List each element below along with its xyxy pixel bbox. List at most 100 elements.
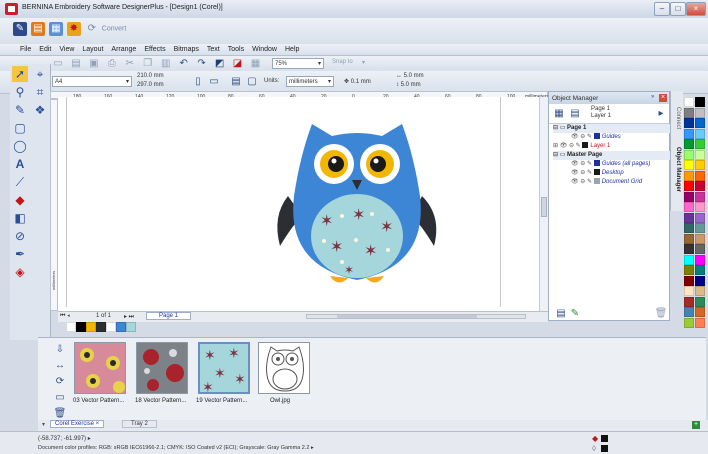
add-tray-icon[interactable]: + xyxy=(692,421,700,429)
convert-label[interactable]: Convert xyxy=(102,26,127,33)
palette-color-swatch[interactable] xyxy=(684,317,694,328)
palette-color-swatch[interactable] xyxy=(684,118,694,128)
tray-folder-icon[interactable]: ▭ xyxy=(53,391,67,405)
palette-color-swatch[interactable] xyxy=(695,296,705,307)
palette-color-swatch[interactable] xyxy=(695,317,705,328)
palette-color-swatch[interactable] xyxy=(695,128,705,139)
eyedropper-tool-icon[interactable]: ⊘ xyxy=(12,228,28,244)
palette-color-swatch[interactable] xyxy=(695,118,705,128)
fill-tool-icon[interactable]: ◈ xyxy=(12,264,28,280)
snap-to-menu[interactable]: Snap to xyxy=(332,59,353,65)
ellipse-tool-icon[interactable]: ◯ xyxy=(12,138,28,154)
shape-tool-icon[interactable]: ⌖ xyxy=(32,66,48,82)
embroidery-canvas-icon[interactable]: ▦ xyxy=(48,22,63,36)
palette-color-swatch[interactable] xyxy=(684,139,694,149)
pick-tool-icon[interactable]: ➚ xyxy=(12,66,28,82)
tray-thumb-03-vector-pattern[interactable] xyxy=(74,342,126,394)
menu-file[interactable]: File xyxy=(16,44,35,56)
open-design-icon[interactable]: ▤ xyxy=(30,22,45,36)
palette-swatch[interactable] xyxy=(126,322,136,332)
palette-color-swatch[interactable] xyxy=(684,160,694,170)
palette-color-swatch[interactable] xyxy=(684,244,694,254)
tray-refresh-icon[interactable]: ⟳ xyxy=(53,375,67,389)
palette-color-swatch[interactable] xyxy=(695,244,705,254)
new-layer-icon[interactable]: ▤ xyxy=(554,307,568,321)
snap-dropdown-icon[interactable]: ▾ xyxy=(362,59,365,66)
palette-color-swatch[interactable] xyxy=(695,233,705,244)
palette-swatch[interactable] xyxy=(86,322,96,332)
tray-menu-icon[interactable]: ▾ xyxy=(42,421,45,428)
palette-color-swatch[interactable] xyxy=(695,97,705,107)
layer-manager-icon[interactable]: ▤ xyxy=(568,107,582,121)
undo-icon[interactable]: ↶ xyxy=(177,57,191,71)
palette-color-swatch[interactable] xyxy=(695,286,705,296)
tab-object-manager[interactable]: Object Manager xyxy=(675,147,681,192)
palette-color-swatch[interactable] xyxy=(695,170,705,181)
expand-panel-icon[interactable]: » xyxy=(651,94,654,100)
palette-swatch[interactable] xyxy=(116,322,126,332)
horizontal-scroll-thumb[interactable] xyxy=(337,315,477,318)
palette-color-swatch[interactable] xyxy=(684,191,694,202)
palette-color-swatch[interactable] xyxy=(695,307,705,317)
palette-color-swatch[interactable] xyxy=(684,149,694,160)
options-menu-icon[interactable]: ▸ xyxy=(654,107,668,121)
first-page-button[interactable]: ⏮ ◂ xyxy=(60,313,70,320)
duplicate-y-field[interactable]: ↕ 5.0 mm xyxy=(396,82,421,88)
artwork-canvas-icon[interactable]: ✸ xyxy=(66,22,81,36)
palette-color-swatch[interactable] xyxy=(695,275,705,286)
paper-size-select[interactable]: A4 ▾ xyxy=(52,76,132,87)
dimension-tool-icon[interactable]: ⟋ xyxy=(12,174,28,190)
menu-text[interactable]: Text xyxy=(203,44,224,56)
menu-arrange[interactable]: Arrange xyxy=(107,44,140,56)
tab-corel-exercise[interactable]: Corel Exercise × xyxy=(50,420,105,428)
palette-color-swatch[interactable] xyxy=(695,254,705,265)
palette-color-swatch[interactable] xyxy=(684,254,694,265)
menu-window[interactable]: Window xyxy=(248,44,281,56)
palette-color-swatch[interactable] xyxy=(684,233,694,244)
palette-color-swatch[interactable] xyxy=(684,97,694,107)
crop-tool-icon[interactable]: ⌗ xyxy=(32,84,48,100)
cut-icon[interactable]: ✂ xyxy=(123,57,137,71)
tree-row-page-1[interactable]: ⊟ ▭ Page 1 xyxy=(553,124,673,133)
menu-layout[interactable]: Layout xyxy=(78,44,107,56)
palette-color-swatch[interactable] xyxy=(695,181,705,191)
color-profiles[interactable]: Document color profiles: RGB: sRGB IEC61… xyxy=(38,445,314,451)
transparency-tool-icon[interactable]: ◧ xyxy=(12,210,28,226)
palette-color-swatch[interactable] xyxy=(684,212,694,223)
save-icon[interactable]: ▣ xyxy=(87,57,101,71)
portrait-icon[interactable]: ▯ xyxy=(191,75,205,89)
palette-color-swatch[interactable] xyxy=(684,202,694,212)
palette-swatch[interactable] xyxy=(76,322,86,332)
fill-color-swatch[interactable] xyxy=(601,435,608,442)
palette-color-swatch[interactable] xyxy=(684,128,694,139)
tab-connect[interactable]: Connect xyxy=(675,107,681,129)
palette-color-swatch[interactable] xyxy=(684,265,694,275)
paste-icon[interactable]: ▥ xyxy=(159,57,173,71)
new-master-layer-icon[interactable]: ✎ xyxy=(568,307,582,321)
palette-swatch[interactable] xyxy=(96,322,106,332)
tray-import-icon[interactable]: ⇩ xyxy=(53,343,67,357)
palette-color-swatch[interactable] xyxy=(684,181,694,191)
palette-color-swatch[interactable] xyxy=(684,286,694,296)
tray-thumb-18-vector-pattern[interactable] xyxy=(136,342,188,394)
menu-effects[interactable]: Effects xyxy=(140,44,169,56)
page-height-field[interactable]: 297.0 mm xyxy=(137,82,164,88)
interactive-tool-icon[interactable]: ◆ xyxy=(12,192,28,208)
convert-icon[interactable]: ⟳ xyxy=(85,22,99,36)
duplicate-x-field[interactable]: ↔ 5.0 mm xyxy=(396,73,424,79)
current-page-icon[interactable]: ▢ xyxy=(245,75,259,89)
print-icon[interactable]: ⎙ xyxy=(105,57,119,71)
palette-color-swatch[interactable] xyxy=(695,149,705,160)
menu-tools[interactable]: Tools xyxy=(224,44,248,56)
zoom-select[interactable]: 75% ▾ xyxy=(272,58,324,69)
palette-color-swatch[interactable] xyxy=(684,296,694,307)
redo-icon[interactable]: ↷ xyxy=(195,57,209,71)
tree-row-layer-1[interactable]: ⊞ 👁 ⊖ ✎ Layer 1 xyxy=(553,142,673,151)
palette-color-swatch[interactable] xyxy=(695,202,705,212)
palette-color-swatch[interactable] xyxy=(695,107,705,118)
tab-page-1[interactable]: Page 1 xyxy=(146,312,192,320)
maximize-button[interactable]: □ xyxy=(670,2,686,16)
show-properties-icon[interactable]: ▦ xyxy=(552,107,566,121)
publish-icon[interactable]: ▦ xyxy=(248,57,262,71)
owl-artwork[interactable]: ✶ ✶ ✶✶ ✶✶ xyxy=(272,116,442,290)
